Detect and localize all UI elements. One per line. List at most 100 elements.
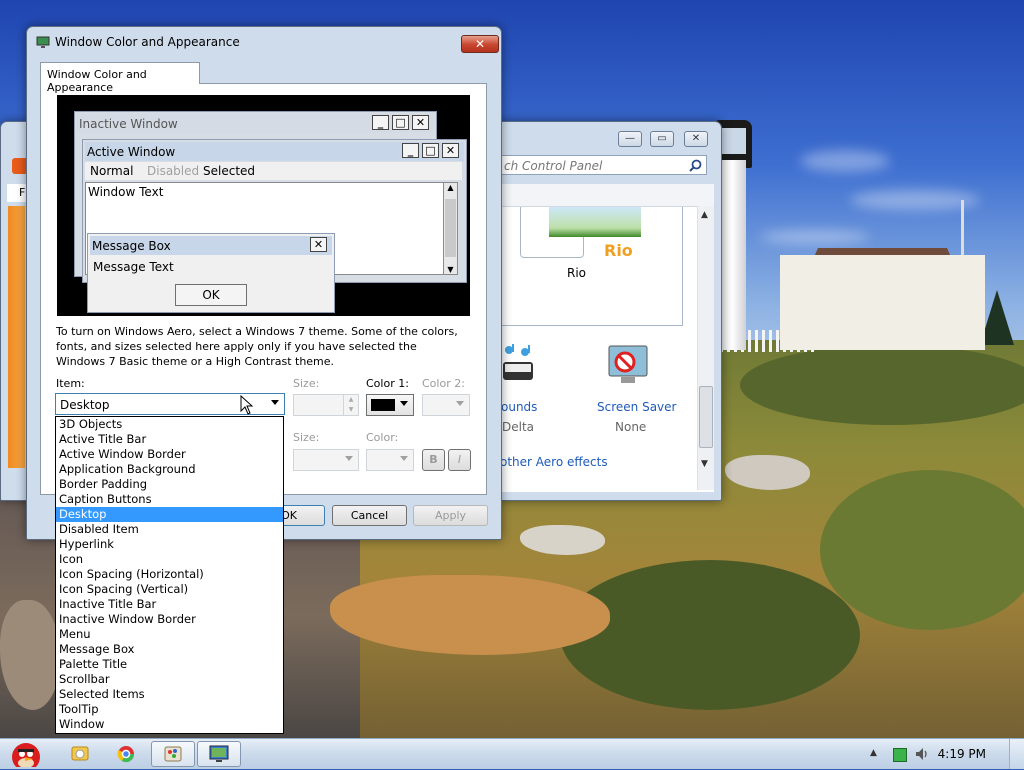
scroll-down-arrow[interactable]: ▼: [701, 459, 708, 469]
bold-button[interactable]: B: [422, 449, 445, 471]
item-option[interactable]: Menu: [56, 627, 283, 642]
close-icon: ✕: [412, 115, 429, 130]
close-icon: ✕: [310, 237, 327, 252]
size-label: Size:: [293, 377, 320, 390]
start-button[interactable]: [2, 741, 48, 767]
chevron-down-icon[interactable]: [400, 401, 408, 406]
show-desktop-button[interactable]: [1009, 739, 1024, 769]
cancel-button[interactable]: Cancel: [332, 505, 407, 526]
search-icon[interactable]: [689, 159, 702, 172]
item-option[interactable]: 3D Objects: [56, 417, 283, 432]
sounds-link[interactable]: ounds: [501, 400, 537, 414]
item-option[interactable]: Selected Items: [56, 687, 283, 702]
minimize-icon: _: [402, 143, 419, 158]
close-icon: ✕: [442, 143, 459, 158]
angry-birds-icon[interactable]: [2, 737, 48, 767]
scroll-up-arrow[interactable]: ▲: [701, 210, 708, 220]
vertical-scrollbar[interactable]: ▲ ▼: [697, 206, 714, 490]
font-color-picker[interactable]: [366, 449, 414, 471]
item-option[interactable]: Application Background: [56, 462, 283, 477]
item-option[interactable]: Border Padding: [56, 477, 283, 492]
color2-picker[interactable]: [422, 394, 470, 416]
restore-button[interactable]: ▭: [650, 131, 674, 147]
item-option[interactable]: Icon Spacing (Horizontal): [56, 567, 283, 582]
color2-label: Color 2:: [422, 377, 465, 390]
screen-saver-value: None: [615, 420, 647, 434]
maximize-icon: □: [392, 115, 409, 130]
dialog-title: Window Color and Appearance: [55, 35, 240, 49]
screen-saver-icon[interactable]: [603, 344, 649, 386]
system-clock[interactable]: 4:19 PM: [938, 747, 986, 761]
item-dropdown-list[interactable]: 3D Objects Active Title Bar Active Window …: [55, 416, 284, 734]
menu-selected: Selected: [203, 164, 256, 178]
taskbar-explorer[interactable]: [58, 741, 102, 767]
show-hidden-icons-button[interactable]: ▲: [870, 748, 877, 758]
paint-icon: [164, 746, 182, 762]
font-size-select[interactable]: [293, 449, 359, 471]
theme-rio[interactable]: [520, 207, 641, 258]
font-color-label: Color:: [366, 431, 399, 444]
scrollbar-thumb[interactable]: [699, 386, 713, 448]
message-box-preview: Message Box ✕ Message Text OK: [87, 233, 335, 313]
scrollbar-thumb: [445, 199, 456, 257]
item-label: Item:: [56, 377, 85, 390]
control-panel-search-input[interactable]: ch Control Panel: [501, 155, 707, 175]
minimize-button[interactable]: —: [618, 131, 642, 147]
close-button[interactable]: ✕: [461, 35, 499, 53]
color1-picker[interactable]: [366, 394, 414, 416]
message-box-title: Message Box: [90, 236, 332, 255]
chevron-down-icon[interactable]: [400, 456, 408, 461]
taskbar-chrome[interactable]: [104, 741, 148, 767]
screen-saver-link[interactable]: Screen Saver: [597, 400, 676, 414]
item-option[interactable]: Caption Buttons: [56, 492, 283, 507]
chevron-down-icon[interactable]: [345, 456, 353, 461]
tab-window-color-appearance[interactable]: Window Color and Appearance: [40, 62, 200, 94]
close-button[interactable]: ✕: [684, 131, 708, 147]
taskbar-paint[interactable]: [151, 741, 195, 767]
item-option[interactable]: Disabled Item: [56, 522, 283, 537]
font-size-label: Size:: [293, 431, 320, 444]
theme-rio-thumbnail: [549, 207, 641, 237]
item-option[interactable]: ToolTip: [56, 702, 283, 717]
toolbar: [501, 184, 714, 206]
menu-normal: Normal: [90, 164, 134, 178]
display-settings-icon: [209, 745, 229, 762]
theme-name: Rio: [567, 266, 587, 280]
mouse-cursor-icon: [240, 395, 254, 415]
item-option[interactable]: Inactive Window Border: [56, 612, 283, 627]
aero-effects-link[interactable]: other Aero effects: [501, 455, 608, 469]
rio-logo: Rio: [604, 241, 633, 260]
orange-sidebar: [8, 206, 25, 468]
chevron-down-icon[interactable]: [456, 401, 464, 406]
item-option[interactable]: Desktop: [56, 507, 283, 522]
item-option[interactable]: Hyperlink: [56, 537, 283, 552]
item-option[interactable]: Message Box: [56, 642, 283, 657]
control-panel-window[interactable]: — ▭ ✕ ch Control Panel Rio Rio ounds Del…: [493, 121, 722, 501]
sounds-value: Delta: [502, 420, 535, 434]
color1-label: Color 1:: [366, 377, 409, 390]
menu-disabled: Disabled: [147, 164, 200, 178]
taskbar: ▲ 4:19 PM: [0, 738, 1024, 769]
item-option[interactable]: Active Title Bar: [56, 432, 283, 447]
item-option[interactable]: Icon Spacing (Vertical): [56, 582, 283, 597]
item-option[interactable]: Inactive Title Bar: [56, 597, 283, 612]
chevron-down-icon[interactable]: [271, 400, 279, 405]
spinner-arrows-icon[interactable]: ▲ ▼: [343, 395, 358, 415]
volume-icon[interactable]: [914, 747, 930, 761]
item-option[interactable]: Scrollbar: [56, 672, 283, 687]
windows-explorer-icon: [71, 746, 89, 761]
item-option[interactable]: Active Window Border: [56, 447, 283, 462]
taskbar-display-settings[interactable]: [197, 741, 241, 767]
item-option[interactable]: Icon: [56, 552, 283, 567]
network-icon[interactable]: [893, 748, 907, 762]
aero-description: To turn on Windows Aero, select a Window…: [56, 325, 458, 368]
item-option[interactable]: Palette Title: [56, 657, 283, 672]
item-size-spinner[interactable]: ▲ ▼: [293, 394, 359, 416]
appearance-preview: Inactive Window _ □ ✕ Active Window _ □ …: [57, 95, 470, 316]
item-option[interactable]: Window: [56, 717, 283, 732]
italic-button[interactable]: I: [448, 449, 471, 471]
preview-scrollbar: ▲ ▼: [443, 182, 458, 275]
apply-button[interactable]: Apply: [413, 505, 488, 526]
sounds-icon[interactable]: [501, 342, 535, 382]
chrome-icon: [117, 746, 135, 763]
